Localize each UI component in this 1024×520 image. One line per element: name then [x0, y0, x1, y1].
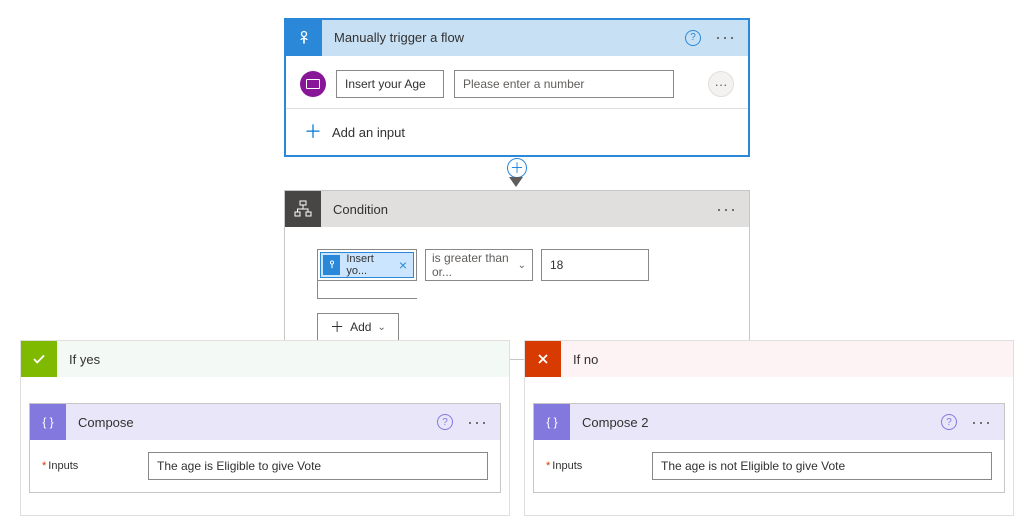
inputs-label: Inputs — [546, 460, 642, 472]
more-menu-icon[interactable]: ··· — [712, 199, 741, 220]
dynamic-token[interactable]: Insert yo... × — [320, 252, 414, 278]
trigger-card[interactable]: Manually trigger a flow ? ··· Insert you… — [284, 18, 750, 157]
compose-card-2[interactable]: { } Compose 2 ? ··· Inputs The age is no… — [533, 403, 1005, 493]
more-menu-icon[interactable]: ··· — [711, 27, 740, 48]
more-menu-icon[interactable]: ··· — [967, 412, 996, 433]
close-icon — [525, 341, 561, 377]
input-name-field[interactable]: Insert your Age — [336, 70, 444, 98]
more-menu-icon[interactable]: ··· — [463, 412, 492, 433]
token-label: Insert yo... — [346, 253, 390, 277]
arrow-down-icon — [509, 177, 523, 187]
remove-token-icon[interactable]: × — [397, 257, 409, 273]
chevron-down-icon: ⌄ — [518, 260, 526, 271]
if-no-title: If no — [561, 352, 598, 367]
input-more-icon[interactable]: ··· — [708, 71, 734, 97]
flow-canvas: Manually trigger a flow ? ··· Insert you… — [0, 0, 1024, 520]
condition-icon — [285, 191, 321, 227]
compose-inputs-field[interactable]: The age is Eligible to give Vote — [148, 452, 488, 480]
if-yes-header[interactable]: If yes — [21, 341, 509, 377]
compose-header[interactable]: { } Compose 2 ? ··· — [534, 404, 1004, 440]
add-input-button[interactable]: ＋ Add an input — [286, 109, 748, 155]
add-input-label: Add an input — [332, 125, 405, 140]
compose-body: Inputs The age is not Eligible to give V… — [534, 440, 1004, 492]
operator-dropdown[interactable]: is greater than or... ⌄ — [425, 249, 533, 281]
compose-icon: { } — [534, 404, 570, 440]
if-yes-branch: If yes { } Compose ? ··· Inputs The age … — [20, 340, 510, 516]
if-no-header[interactable]: If no — [525, 341, 1013, 377]
add-step-button[interactable]: ＋ — [507, 158, 527, 178]
help-icon[interactable]: ? — [685, 30, 701, 46]
if-yes-title: If yes — [57, 352, 100, 367]
condition-value-input[interactable]: 18 — [541, 249, 649, 281]
compose-title: Compose — [66, 415, 437, 430]
add-condition-label: Add — [350, 320, 371, 334]
chevron-down-icon: ⌄ — [377, 322, 385, 333]
help-icon[interactable]: ? — [941, 414, 957, 430]
trigger-input-row: Insert your Age Please enter a number ··… — [286, 56, 748, 109]
plus-icon: ＋ — [304, 123, 322, 141]
compose-header[interactable]: { } Compose ? ··· — [30, 404, 500, 440]
check-icon — [21, 341, 57, 377]
if-no-branch: If no { } Compose 2 ? ··· Inputs The age… — [524, 340, 1014, 516]
compose-icon: { } — [30, 404, 66, 440]
help-icon[interactable]: ? — [437, 414, 453, 430]
inputs-label: Inputs — [42, 460, 138, 472]
compose-body: Inputs The age is Eligible to give Vote — [30, 440, 500, 492]
compose-inputs-field[interactable]: The age is not Eligible to give Vote — [652, 452, 992, 480]
manual-trigger-icon — [286, 20, 322, 56]
manual-trigger-icon — [323, 255, 340, 275]
operator-label: is greater than or... — [432, 251, 518, 279]
trigger-title: Manually trigger a flow — [322, 30, 685, 45]
condition-card[interactable]: Condition ··· Insert yo... × is greater … — [284, 190, 750, 360]
plus-icon: ＋ — [330, 317, 344, 337]
condition-left-operand[interactable]: Insert yo... × — [317, 249, 417, 281]
number-input-icon — [300, 71, 326, 97]
add-condition-button[interactable]: ＋ Add ⌄ — [317, 313, 399, 341]
condition-title: Condition — [321, 202, 712, 217]
expression-group-line — [317, 281, 417, 299]
condition-expression-row: Insert yo... × is greater than or... ⌄ 1… — [317, 249, 717, 281]
trigger-header[interactable]: Manually trigger a flow ? ··· — [286, 20, 748, 56]
input-placeholder-field[interactable]: Please enter a number — [454, 70, 674, 98]
compose-title: Compose 2 — [570, 415, 941, 430]
condition-header[interactable]: Condition ··· — [285, 191, 749, 227]
compose-card[interactable]: { } Compose ? ··· Inputs The age is Elig… — [29, 403, 501, 493]
